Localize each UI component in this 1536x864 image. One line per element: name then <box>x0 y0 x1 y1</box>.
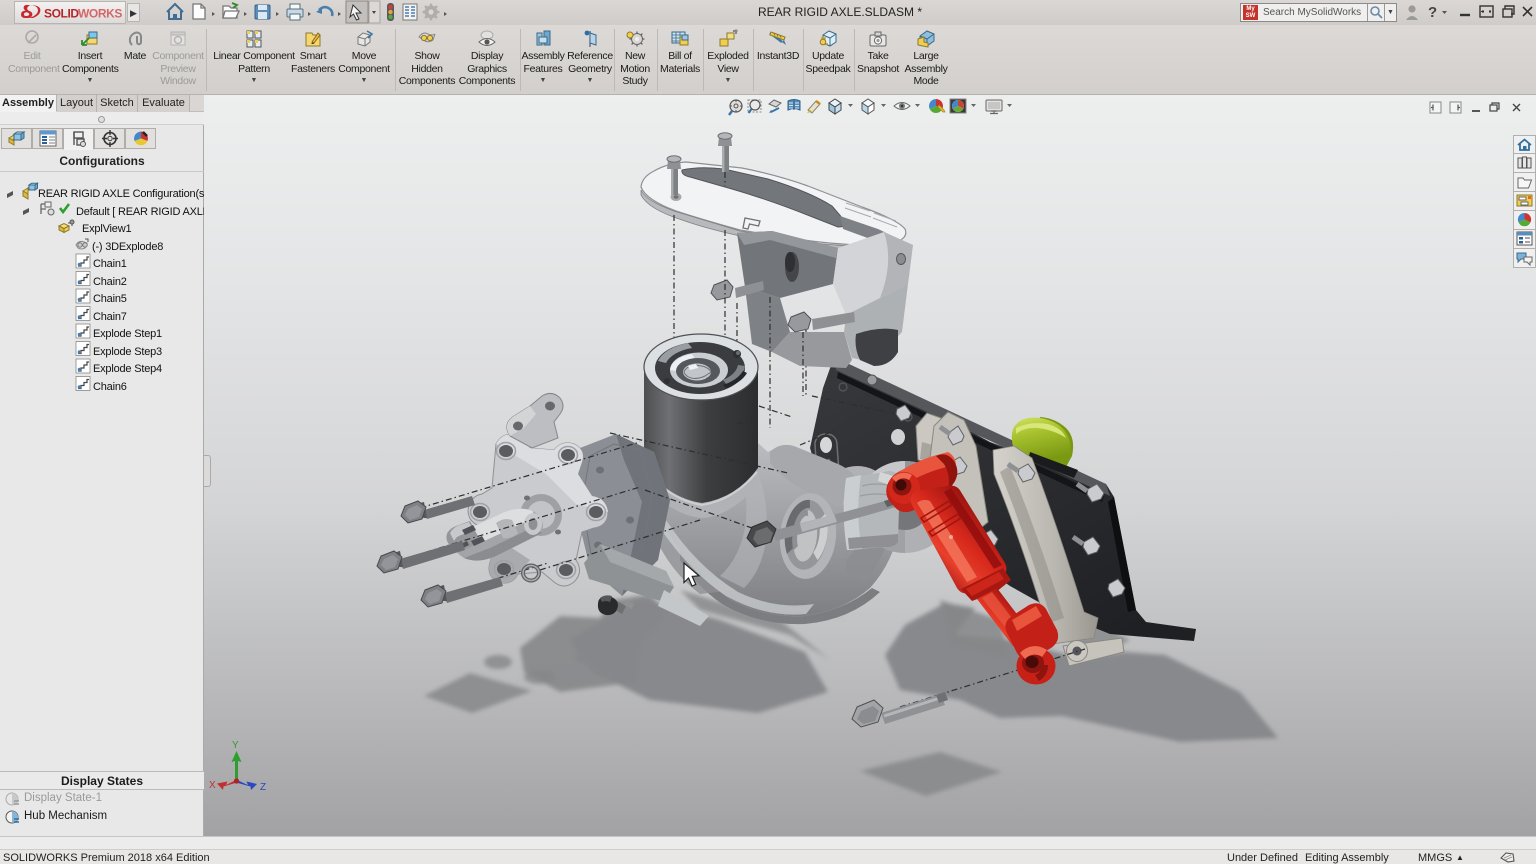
svg-text:X: X <box>209 780 216 791</box>
svg-text:SOLID: SOLID <box>44 6 79 20</box>
svg-text:Z: Z <box>260 782 266 793</box>
svg-text:WORKS: WORKS <box>78 6 122 20</box>
svg-text:?: ? <box>1428 4 1437 21</box>
svg-text:Y: Y <box>232 740 239 751</box>
